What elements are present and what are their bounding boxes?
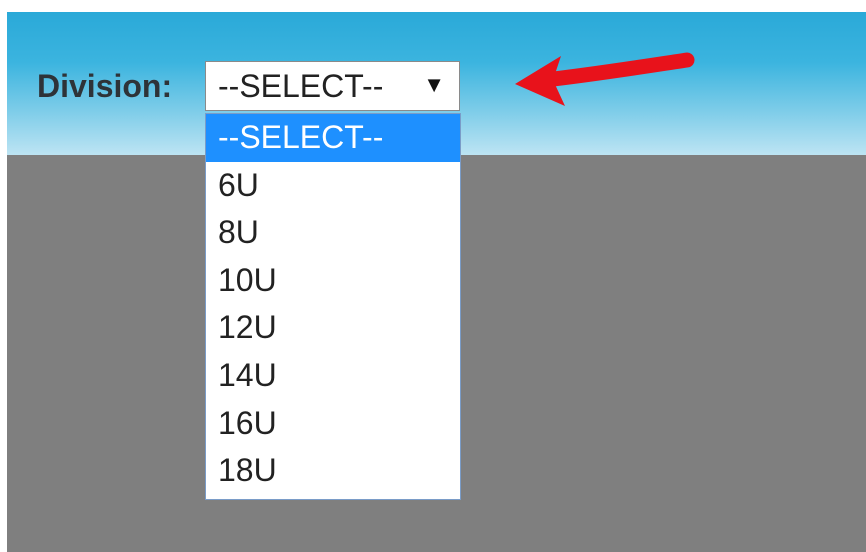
chevron-down-icon: ▼: [423, 72, 445, 97]
division-dropdown-list: --SELECT-- 6U 8U 10U 12U 14U 16U 18U: [205, 113, 461, 500]
division-select-value: --SELECT--: [218, 68, 384, 104]
arrow-shaft: [537, 52, 695, 88]
option-16u[interactable]: 16U: [206, 400, 460, 448]
option-14u[interactable]: 14U: [206, 352, 460, 400]
option-8u[interactable]: 8U: [206, 209, 460, 257]
option-12u[interactable]: 12U: [206, 304, 460, 352]
division-select[interactable]: --SELECT-- ▼: [205, 61, 460, 111]
page-frame: Division: --SELECT-- ▼ --SELECT-- 6U 8U …: [7, 12, 866, 552]
option-6u[interactable]: 6U: [206, 162, 460, 210]
division-label: Division:: [37, 68, 173, 104]
option-select[interactable]: --SELECT--: [206, 114, 460, 162]
red-arrow-left-icon: [515, 52, 695, 106]
option-10u[interactable]: 10U: [206, 257, 460, 305]
option-18u[interactable]: 18U: [206, 447, 460, 495]
